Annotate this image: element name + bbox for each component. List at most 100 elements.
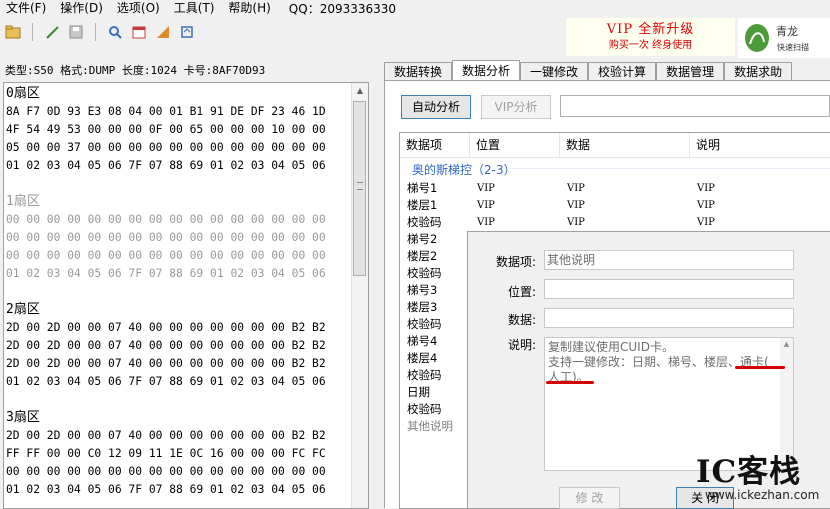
tab-data-analysis[interactable]: 数据分析 [452, 60, 521, 82]
cell-pos: VIP [477, 183, 495, 194]
column-header-item[interactable]: 数据项 [400, 133, 470, 157]
folder-icon[interactable] [4, 23, 22, 41]
table-row[interactable]: 校验码 VIP VIP VIP [400, 214, 830, 231]
refresh-icon[interactable] [178, 23, 196, 41]
hex-row[interactable]: 2D 00 2D 00 00 07 40 00 00 00 00 00 00 0… [6, 319, 351, 337]
edit-icon[interactable] [43, 23, 61, 41]
sector-gap [6, 391, 351, 409]
tab-bar: 数据转换 数据分析 一键修改 校验计算 数据管理 数据求助 [384, 60, 830, 82]
label-position: 位置: [507, 285, 536, 299]
hex-content: 0扇区 8A F7 0D 93 E3 08 04 00 01 B1 91 DE D… [6, 85, 351, 499]
description-line: 复制建议使用CUID卡。 [548, 340, 674, 354]
group-label[interactable]: 奥的斯梯控（2-3） [412, 161, 516, 178]
menu-options[interactable]: 选项(O) [111, 0, 168, 17]
column-header-description[interactable]: 说明 [690, 133, 830, 157]
vip-banner[interactable]: VIP 全新升级 购买一次 终身使用 [566, 18, 735, 56]
cell-item: 楼层1 [407, 198, 438, 212]
cell-item: 日期 [407, 385, 430, 399]
red-underline-annotation [546, 381, 594, 384]
cell-pos: VIP [477, 200, 495, 211]
banner-title: VIP 全新升级 [606, 22, 695, 37]
hex-dump-panel[interactable]: 0扇区 8A F7 0D 93 E3 08 04 00 01 B1 91 DE D… [3, 82, 369, 509]
menu-bar: 文件(F) 操作(D) 选项(O) 工具(T) 帮助(H) QQ：2093336… [0, 0, 830, 17]
scroll-up-icon[interactable]: ▲ [780, 338, 793, 350]
hex-row[interactable]: 05 00 00 37 00 00 00 00 00 00 00 00 00 0… [6, 139, 351, 157]
toolbar-separator [32, 23, 33, 41]
tab-data-manage[interactable]: 数据管理 [656, 62, 725, 82]
cell-desc: VIP [697, 217, 715, 228]
cell-pos: VIP [477, 217, 495, 228]
sector-block: 3扇区 2D 00 2D 00 00 07 40 00 00 00 00 00 0… [6, 409, 351, 499]
sector-gap [6, 283, 351, 301]
cell-item: 楼层3 [407, 300, 438, 314]
watermark-logo: IC客栈 [696, 454, 802, 490]
tab-checksum-calc[interactable]: 校验计算 [588, 62, 657, 82]
hex-row[interactable]: 00 00 00 00 00 00 00 00 00 00 00 00 00 0… [6, 247, 351, 265]
table-header: 数据项 位置 数据 说明 [400, 133, 830, 158]
hex-row[interactable]: 00 00 00 00 00 00 00 00 00 00 00 00 00 0… [6, 229, 351, 247]
menu-tools[interactable]: 工具(T) [168, 0, 223, 17]
hex-row[interactable]: 00 00 00 00 00 00 00 00 00 00 00 00 00 0… [6, 463, 351, 481]
hex-row[interactable]: 01 02 03 04 05 06 7F 07 88 69 01 02 03 0… [6, 481, 351, 499]
cell-desc: VIP [697, 183, 715, 194]
chart-icon[interactable] [154, 23, 172, 41]
hex-row[interactable]: 2D 00 2D 00 00 07 40 00 00 00 00 00 00 0… [6, 355, 351, 373]
cell-data: VIP [567, 217, 585, 228]
banner-subtitle: 购买一次 终身使用 [608, 40, 693, 51]
hex-row[interactable]: 01 02 03 04 05 06 7F 07 88 69 01 02 03 0… [6, 157, 351, 175]
card-info-line: 类型:S50 格式:DUMP 长度:1024 卡号:8AF70D93 [5, 64, 266, 77]
modify-button[interactable]: 修 改 [559, 487, 620, 509]
save-icon[interactable] [67, 23, 85, 41]
hex-row[interactable]: 01 02 03 04 05 06 7F 07 88 69 01 02 03 0… [6, 373, 351, 391]
calendar-icon[interactable] [130, 23, 148, 41]
cell-item: 其他说明 [407, 419, 453, 433]
menu-file[interactable]: 文件(F) [0, 0, 54, 17]
sector-block: 1扇区 00 00 00 00 00 00 00 00 00 00 00 00 0… [6, 193, 351, 283]
cell-item: 楼层2 [407, 249, 438, 263]
label-data-item: 数据项: [495, 255, 536, 269]
sector-title: 2扇区 [6, 302, 40, 317]
position-field[interactable] [544, 279, 794, 299]
column-header-data[interactable]: 数据 [560, 133, 690, 157]
cell-item: 梯号4 [407, 334, 438, 348]
toolbar [0, 17, 569, 47]
hex-row[interactable]: FF FF 00 00 C0 12 09 11 1E 0C 16 00 00 0… [6, 445, 351, 463]
data-field[interactable] [544, 308, 794, 328]
sector-block: 0扇区 8A F7 0D 93 E3 08 04 00 01 B1 91 DE D… [6, 85, 351, 175]
sector-title: 0扇区 [6, 86, 40, 101]
hex-scrollbar[interactable]: ▲ [351, 83, 368, 508]
label-data: 数据: [507, 313, 536, 327]
cell-item: 校验码 [407, 266, 442, 280]
hex-row[interactable]: 00 00 00 00 00 00 00 00 00 00 00 00 00 0… [6, 211, 351, 229]
watermark-url: www.ickezhan.com [705, 488, 820, 502]
analysis-input[interactable] [560, 95, 830, 117]
column-header-position[interactable]: 位置 [470, 133, 560, 157]
tab-data-convert[interactable]: 数据转换 [384, 62, 453, 82]
cell-item: 校验码 [407, 317, 442, 331]
hex-row[interactable]: 2D 00 2D 00 00 07 40 00 00 00 00 00 00 0… [6, 337, 351, 355]
auto-analyze-button[interactable]: 自动分析 [401, 95, 471, 119]
hex-row[interactable]: 01 02 03 04 05 06 7F 07 88 69 01 02 03 0… [6, 265, 351, 283]
vip-analyze-button[interactable]: VIP分析 [481, 95, 551, 119]
hex-row[interactable]: 4F 54 49 53 00 00 00 0F 00 65 00 00 00 1… [6, 121, 351, 139]
table-row[interactable]: 楼层1 VIP VIP VIP [400, 197, 830, 214]
cell-data: VIP [567, 183, 585, 194]
sector-title: 1扇区 [6, 194, 40, 209]
label-description: 说明: [507, 338, 536, 352]
sector-title: 3扇区 [6, 410, 40, 425]
tab-one-click-modify[interactable]: 一键修改 [520, 62, 589, 82]
cell-item: 校验码 [407, 215, 442, 229]
hex-row[interactable]: 2D 00 2D 00 00 07 40 00 00 00 00 00 00 0… [6, 427, 351, 445]
scroll-up-icon[interactable]: ▲ [352, 83, 368, 99]
cell-item: 校验码 [407, 402, 442, 416]
menu-help[interactable]: 帮助(H) [222, 0, 278, 17]
tab-data-help[interactable]: 数据求助 [724, 62, 793, 82]
search-icon[interactable] [106, 23, 124, 41]
cell-item: 校验码 [407, 368, 442, 382]
cell-desc: VIP [697, 200, 715, 211]
data-item-field[interactable]: 其他说明 [544, 250, 794, 270]
table-row[interactable]: 梯号1 VIP VIP VIP [400, 180, 830, 197]
scroll-thumb[interactable] [353, 101, 366, 276]
hex-row[interactable]: 8A F7 0D 93 E3 08 04 00 01 B1 91 DE DF 2… [6, 103, 351, 121]
menu-operation[interactable]: 操作(D) [54, 0, 111, 17]
